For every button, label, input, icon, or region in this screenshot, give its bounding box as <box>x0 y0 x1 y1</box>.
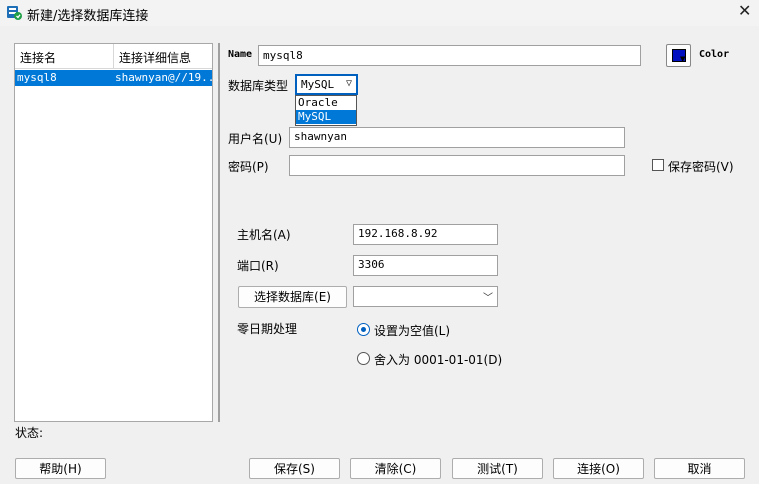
name-label: Name <box>228 49 253 60</box>
chevron-down-icon: ▽ <box>345 78 352 89</box>
zero-date-null-radio[interactable] <box>357 323 370 336</box>
status-label: 状态: <box>15 426 44 440</box>
db-type-option-oracle[interactable]: Oracle <box>296 96 356 110</box>
password-label: 密码(P) <box>228 160 269 174</box>
db-type-option-mysql[interactable]: MySQL <box>296 110 356 124</box>
name-input[interactable]: mysql8 <box>258 45 641 66</box>
cancel-button[interactable]: 取消 <box>654 458 745 479</box>
port-input[interactable]: 3306 <box>353 255 498 276</box>
connection-list-header: 连接名 连接详细信息 <box>15 44 212 69</box>
panel-splitter[interactable] <box>218 43 220 422</box>
connection-list[interactable]: 连接名 连接详细信息 mysql8 shawnyan@//19... <box>14 43 221 422</box>
connection-detail: shawnyan@//19... <box>115 71 221 84</box>
save-button[interactable]: 保存(S) <box>249 458 340 479</box>
zero-date-null-label[interactable]: 设置为空值(L) <box>374 322 450 339</box>
db-type-dropdown: Oracle MySQL <box>295 95 357 126</box>
column-header-detail[interactable]: 连接详细信息 <box>119 49 191 66</box>
clear-button[interactable]: 清除(C) <box>350 458 441 479</box>
db-type-value: MySQL <box>301 78 335 91</box>
connect-button[interactable]: 连接(O) <box>553 458 644 479</box>
database-select[interactable]: ﹀ <box>353 286 498 307</box>
chevron-down-icon: ▼ <box>680 55 686 63</box>
host-input[interactable]: 192.168.8.92 <box>353 224 498 245</box>
host-label: 主机名(A) <box>237 228 291 242</box>
help-button[interactable]: 帮助(H) <box>15 458 106 479</box>
user-label: 用户名(U) <box>228 132 283 146</box>
column-divider[interactable] <box>113 44 114 68</box>
db-type-select[interactable]: MySQL ▽ <box>295 74 358 95</box>
save-password-checkbox[interactable] <box>652 159 664 171</box>
password-input[interactable] <box>289 155 625 176</box>
test-button[interactable]: 测试(T) <box>452 458 543 479</box>
zero-date-label: 零日期处理 <box>237 322 298 336</box>
connection-row[interactable]: mysql8 shawnyan@//19... <box>15 70 221 86</box>
chevron-down-icon: ﹀ <box>483 293 493 304</box>
choose-database-button[interactable]: 选择数据库(E) <box>238 286 347 308</box>
user-input[interactable]: shawnyan <box>289 127 625 148</box>
zero-date-round-label[interactable]: 舍入为 0001-01-01(D) <box>374 351 502 368</box>
window-title: 新建/选择数据库连接 <box>27 9 149 24</box>
close-icon[interactable]: ✕ <box>738 1 751 20</box>
db-type-label: 数据库类型 <box>228 79 289 93</box>
column-header-name[interactable]: 连接名 <box>20 49 56 66</box>
database-connect-icon <box>7 6 22 20</box>
connection-name: mysql8 <box>17 71 57 84</box>
color-picker-button[interactable]: ▼ <box>666 44 691 67</box>
zero-date-round-radio[interactable] <box>357 352 370 365</box>
port-label: 端口(R) <box>237 259 279 273</box>
color-label: Color <box>699 49 730 60</box>
save-password-label[interactable]: 保存密码(V) <box>668 158 734 175</box>
